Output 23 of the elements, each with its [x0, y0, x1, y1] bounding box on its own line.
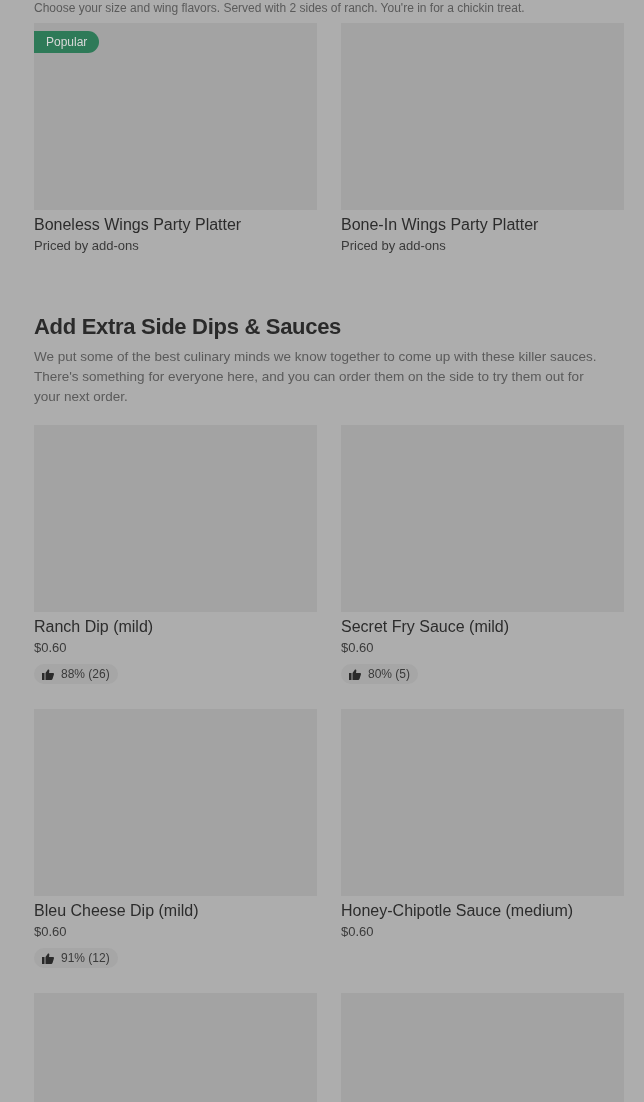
thumbs-up-icon: [349, 668, 361, 680]
item-name: Secret Fry Sauce (mild): [341, 617, 510, 637]
thumbs-up-icon: [42, 952, 54, 964]
rating-text: 88% (26): [61, 667, 110, 681]
item-name: Bone-In Wings Party Platter: [341, 215, 539, 235]
section-title: Add Extra Side Dips & Sauces: [34, 314, 343, 340]
section-description: We put some of the best culinary minds we know together to come up with these killer sauces. There's something for everyone here, and you can order them on the side to try them out for your next order.: [34, 348, 598, 406]
thumbs-up-icon: [42, 668, 54, 680]
item-name: Boneless Wings Party Platter: [34, 215, 242, 235]
item-price: $0.60: [341, 640, 374, 656]
rating-text: 91% (12): [61, 951, 110, 965]
intro-text: Choose your size and wing flavors. Served with 2 sides of ranch. You're in for a chickin treat.: [34, 0, 526, 15]
item-name: Bleu Cheese Dip (mild): [34, 901, 199, 921]
item-subtitle: Priced by add-ons: [34, 238, 139, 254]
item-name: Ranch Dip (mild): [34, 617, 154, 637]
image-placeholder[interactable]: Popular: [34, 23, 317, 210]
item-price: $0.60: [341, 924, 374, 940]
item-price: $0.60: [34, 640, 67, 656]
popular-tag: Popular: [34, 31, 100, 53]
item-price: $0.60: [34, 924, 67, 940]
item-subtitle: Priced by add-ons: [341, 238, 446, 254]
item-name: Honey-Chipotle Sauce (medium): [341, 901, 574, 921]
rating-text: 80% (5): [368, 667, 411, 681]
